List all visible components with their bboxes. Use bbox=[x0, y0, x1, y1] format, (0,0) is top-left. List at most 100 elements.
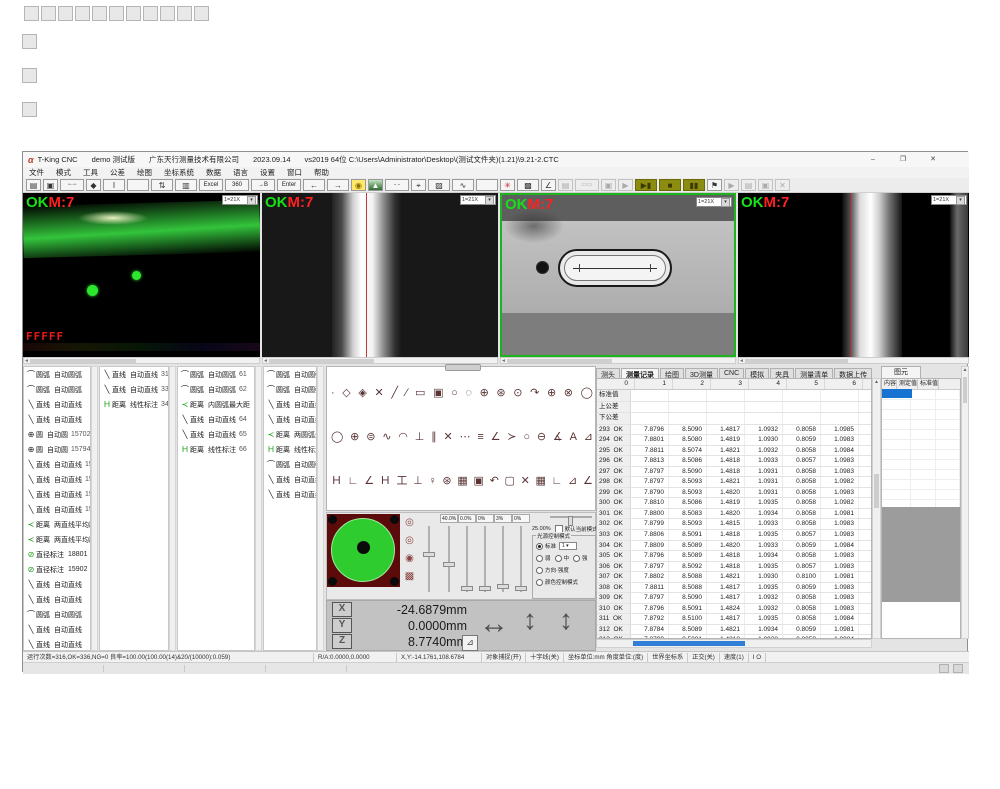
tool-icon[interactable]: ⊗ bbox=[564, 387, 573, 399]
status-icon[interactable] bbox=[939, 664, 949, 673]
tool-icon[interactable]: 工 bbox=[396, 475, 407, 487]
tool-icon[interactable]: ✕ bbox=[521, 475, 530, 487]
light-slider[interactable]: 0% bbox=[476, 514, 494, 598]
menu-item[interactable]: 工具 bbox=[77, 167, 104, 178]
desktop-icon[interactable] bbox=[92, 6, 107, 21]
tool-icon[interactable]: Ｈ bbox=[331, 475, 342, 487]
toolbar-button[interactable]: ∠ bbox=[541, 179, 556, 191]
desktop-icon[interactable] bbox=[22, 34, 37, 49]
toolbar-button[interactable]: ✕ bbox=[775, 179, 790, 191]
toolbar-button[interactable] bbox=[476, 179, 498, 191]
toolbar-button[interactable]: ▶▮ bbox=[635, 179, 657, 191]
feature-row[interactable]: ≺ 距离 两直线平均距 bbox=[24, 532, 90, 547]
camera-zoom-select[interactable]: 1=21X▾ bbox=[696, 197, 732, 207]
feature-row[interactable]: ⌒ 圆弧 自动圆弧 51 bbox=[264, 367, 316, 382]
spec-row[interactable]: 标准值 bbox=[597, 390, 871, 402]
tool-icon[interactable]: ∠ bbox=[583, 475, 593, 487]
results-tab[interactable]: 模拟 bbox=[745, 368, 769, 378]
menu-item[interactable]: 绘图 bbox=[131, 167, 158, 178]
toolbar-button[interactable]: ⚑ bbox=[707, 179, 722, 191]
tool-icon[interactable]: ♀ bbox=[428, 475, 436, 487]
feature-row[interactable]: ╲ 直线 自动直线 33 bbox=[100, 382, 168, 397]
desktop-icon[interactable] bbox=[143, 6, 158, 21]
selected-element-cell[interactable] bbox=[882, 389, 912, 398]
tool-icon[interactable]: ▭ bbox=[415, 387, 425, 399]
feature-row[interactable]: ≺ 距离 两直线平均距 bbox=[24, 517, 90, 532]
tool-icon[interactable]: ⊕ bbox=[547, 387, 556, 399]
radio-low[interactable] bbox=[536, 555, 543, 562]
feature-row[interactable]: ⌒ 圆弧 自动圆弧 61 bbox=[178, 367, 254, 382]
speed-indicator[interactable]: 速度(1) bbox=[720, 653, 749, 662]
tool-icon[interactable]: A bbox=[570, 431, 577, 443]
feature-row[interactable]: ╲ 直线 自动直线 15 bbox=[24, 457, 90, 472]
feature-row[interactable]: ╲ 直线 自动直线 15 bbox=[24, 487, 90, 502]
toolbar-button[interactable]: 360 bbox=[225, 179, 249, 191]
tool-icon[interactable]: ◠ bbox=[398, 431, 408, 443]
result-row[interactable]: 293 OK 7.8796 8.5090 1.4817 1.0932 0.805… bbox=[597, 425, 871, 436]
feature-row[interactable]: ╲ 直线 自动直线 65 bbox=[178, 427, 254, 442]
results-tab[interactable]: 绘图 bbox=[660, 368, 684, 378]
result-row[interactable]: 301 OK 7.8800 8.5083 1.4820 1.0934 0.805… bbox=[597, 509, 871, 520]
toolbar-button[interactable]: →B bbox=[251, 179, 275, 191]
elements-panel[interactable]: 内容测定值标准值 bbox=[881, 378, 961, 639]
ring-light-mode-icon[interactable]: ▩ bbox=[401, 568, 418, 586]
jog-z-arrow[interactable]: ↕ bbox=[559, 604, 573, 636]
feature-row[interactable]: ╲ 直线 自动直线 bbox=[24, 637, 90, 651]
camera-zoom-select[interactable]: 1=21X▾ bbox=[931, 195, 967, 205]
tool-icon[interactable]: ∥ bbox=[431, 431, 437, 443]
wcs-indicator[interactable]: 世界坐标系 bbox=[648, 653, 688, 662]
tool-icon[interactable]: ⊜ bbox=[366, 431, 375, 443]
camera-scrollbar[interactable]: ◄ bbox=[23, 357, 260, 364]
tool-icon[interactable]: Ｈ bbox=[380, 475, 391, 487]
tool-icon[interactable]: ▢ bbox=[504, 475, 514, 487]
feature-row[interactable]: ⌒ 圆弧 自动圆弧 bbox=[24, 382, 90, 397]
toolbar-button[interactable]: ▭▭ bbox=[575, 179, 599, 191]
tool-icon[interactable]: ↶ bbox=[490, 475, 499, 487]
feature-row[interactable]: ⌒ 圆弧 自动圆弧 62 bbox=[178, 382, 254, 397]
radio-mid[interactable] bbox=[555, 555, 562, 562]
menu-item[interactable]: 文件 bbox=[23, 167, 50, 178]
result-row[interactable]: 298 OK 7.8797 8.5093 1.4821 1.0931 0.805… bbox=[597, 477, 871, 488]
tool-icon[interactable]: ⋯ bbox=[460, 431, 471, 443]
light-slider-master[interactable] bbox=[420, 514, 438, 598]
tool-icon[interactable]: ⊛ bbox=[496, 387, 505, 399]
desktop-icon[interactable] bbox=[160, 6, 175, 21]
ring-light-mode-icon[interactable]: ◉ bbox=[401, 550, 418, 568]
status-icon[interactable] bbox=[953, 664, 963, 673]
elements-scrollbar[interactable]: ▲ bbox=[961, 366, 969, 639]
tool-icon[interactable]: ◇ bbox=[342, 387, 350, 399]
tool-icon[interactable]: ⊥ bbox=[413, 475, 423, 487]
toolbar-button[interactable] bbox=[127, 179, 149, 191]
result-row[interactable]: 302 OK 7.8799 8.5093 1.4815 1.0933 0.805… bbox=[597, 519, 871, 530]
tool-icon[interactable]: ✕ bbox=[374, 387, 383, 399]
menu-item[interactable]: 语言 bbox=[227, 167, 254, 178]
menu-item[interactable]: 数据 bbox=[200, 167, 227, 178]
tool-icon[interactable]: ╱ bbox=[391, 387, 398, 399]
io-indicator[interactable]: I O bbox=[749, 653, 766, 662]
ring-light-mode-icon[interactable]: ◎ bbox=[401, 514, 418, 532]
camera-view-4[interactable]: OKM:7 1=21X▾ bbox=[738, 193, 969, 357]
tool-icon[interactable]: ∠ bbox=[491, 431, 501, 443]
tool-icon[interactable]: ▣ bbox=[473, 475, 483, 487]
feature-row[interactable]: Ｈ 距离 线性标注 34 bbox=[100, 397, 168, 412]
ring-light-mode-icon[interactable]: ◎ bbox=[401, 532, 418, 550]
camera-zoom-select[interactable]: 1=21X▾ bbox=[222, 195, 258, 205]
feature-row[interactable]: ⌒ 圆弧 自动圆弧 57 bbox=[264, 457, 316, 472]
toolbar-button[interactable]: Excel bbox=[199, 179, 223, 191]
ring-light-preview[interactable] bbox=[327, 514, 400, 587]
toolbar-button[interactable]: ▩ bbox=[517, 179, 539, 191]
tool-icon[interactable]: ▣ bbox=[433, 387, 443, 399]
toolbar-button[interactable]: ⇅ bbox=[151, 179, 173, 191]
desktop-icon[interactable] bbox=[194, 6, 209, 21]
feature-row[interactable]: ╲ 直线 自动直线 bbox=[24, 577, 90, 592]
feature-row[interactable]: ⊘ 直径标注 15902 bbox=[24, 562, 90, 577]
toolbar-button[interactable]: ▲ bbox=[368, 179, 383, 191]
result-row[interactable]: 294 OK 7.8801 8.5080 1.4819 1.0930 0.805… bbox=[597, 435, 871, 446]
toolbar-button[interactable]: ▶ bbox=[618, 179, 633, 191]
radio-standard[interactable] bbox=[536, 543, 543, 550]
toolbar-button[interactable]: ▥ bbox=[175, 179, 197, 191]
tool-icon[interactable]: ▦ bbox=[457, 475, 467, 487]
toolbar-button[interactable]: ▤ bbox=[26, 179, 41, 191]
camera-scrollbar[interactable]: ◄ bbox=[738, 357, 969, 364]
tool-icon[interactable]: ⊕ bbox=[480, 387, 489, 399]
